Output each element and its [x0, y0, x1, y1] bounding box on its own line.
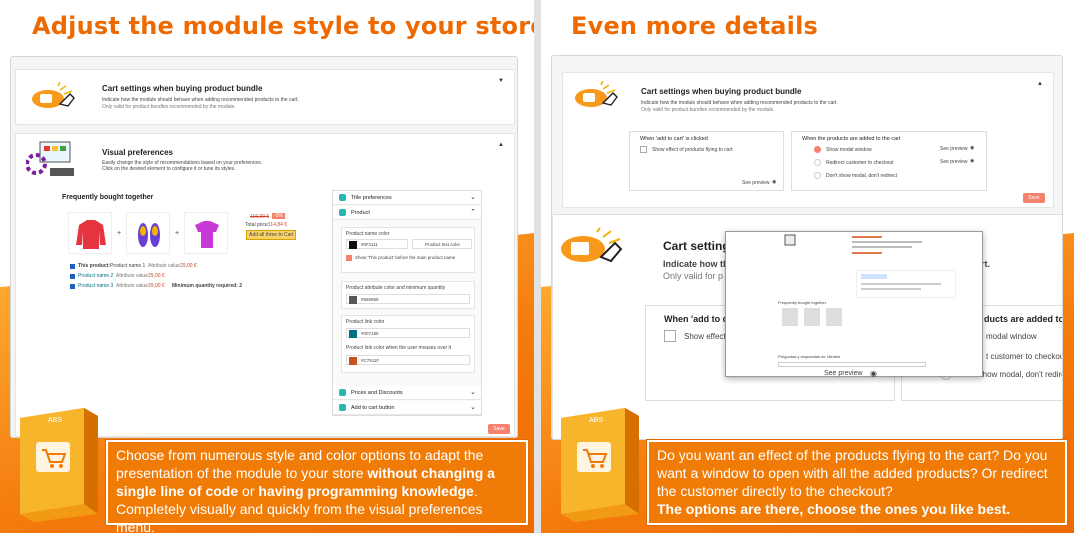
see-preview-link[interactable]: See preview	[742, 180, 770, 186]
checkbox-checked-icon[interactable]	[346, 255, 352, 261]
link-hover-color-field[interactable]: #C7511F	[346, 355, 470, 365]
visual-preferences-title: Visual preferences	[102, 148, 174, 157]
left-promo-box: Choose from numerous style and color opt…	[106, 440, 528, 533]
title-preferences-row[interactable]: Title preferences ⌄	[333, 191, 481, 205]
caret-down-icon[interactable]: ▼	[498, 78, 504, 84]
checkbox-checked-icon[interactable]	[70, 264, 75, 269]
checkbox-icon[interactable]	[640, 146, 647, 153]
product-image-shoes	[126, 212, 170, 254]
add-to-cart-button-row[interactable]: Add to cart button ⌄	[333, 401, 481, 415]
attr-color-field[interactable]: #565959	[346, 294, 470, 304]
prices-discounts-row[interactable]: Prices and Discounts ⌄	[333, 386, 481, 400]
chevron-up-icon: ⌃	[470, 209, 476, 216]
eye-icon[interactable]: ◉	[970, 158, 974, 164]
tag-icon	[339, 209, 346, 216]
discount-badge: -5%	[272, 213, 285, 219]
cart-settings-sub: Only valid for product bundles recommend…	[641, 107, 775, 113]
total-label: Total price:	[245, 222, 270, 228]
palette-monitor-icon	[26, 141, 74, 176]
left-screenshot: Cart settings when buying product bundle…	[10, 56, 518, 438]
cart-settings-desc: Indicate how the module should behave wh…	[641, 100, 838, 106]
fbt-title: Frequently bought together	[62, 194, 154, 201]
panel-divider	[534, 0, 541, 533]
add-all-to-cart-button[interactable]: Add all three to Cart	[246, 230, 297, 240]
box-brand-label: ABS	[48, 417, 62, 424]
eye-icon[interactable]: ◉	[772, 179, 776, 185]
plus-icon: +	[175, 230, 180, 237]
cart-plus-icon	[339, 404, 346, 411]
cart-settings-card[interactable]: Cart settings when buying product bundle…	[562, 72, 1054, 208]
text-lines-decoration	[852, 236, 922, 254]
eye-icon[interactable]: ◉	[970, 145, 974, 151]
preview-product-card	[856, 270, 956, 298]
product-text-color-button[interactable]: Product text color	[412, 239, 472, 249]
left-headline: Adjust the module style to your store	[32, 12, 534, 40]
visual-preferences-card: Visual preferences Easily change the sty…	[15, 133, 515, 437]
fbt-preview[interactable]: Frequently bought together + + 116,00 € …	[60, 192, 300, 306]
product-image-tshirt	[184, 212, 228, 254]
checkbox-checked-icon[interactable]	[70, 274, 75, 279]
title-icon	[339, 194, 346, 201]
visual-preferences-sub: Click on the desired element to configur…	[102, 166, 236, 172]
preview-search-field	[778, 362, 926, 367]
radio-icon[interactable]	[814, 172, 821, 179]
cart-settings-card[interactable]: Cart settings when buying product bundle…	[15, 69, 515, 125]
checkbox-checked-icon[interactable]	[70, 284, 75, 289]
cart-settings-title: Cart settings when buying product bundle	[102, 84, 263, 93]
chevron-down-icon: ⌄	[470, 404, 476, 411]
document-icon	[784, 234, 796, 246]
product-name-color-group: Product name color #0F1111 Product text …	[341, 227, 475, 273]
product-image-sweater	[68, 212, 112, 254]
preview-fbt-label: Frequently bought together	[778, 300, 827, 305]
preview-product-thumbs	[782, 308, 850, 328]
name-color-field[interactable]: #0F1111	[346, 239, 408, 249]
caret-up-icon[interactable]: ▲	[1037, 81, 1043, 87]
preview-qa-label: Preguntas y respuestas de clientes	[778, 354, 841, 359]
left-panel: Adjust the module style to your store Ca…	[0, 0, 534, 533]
link-color-group: Product link color #007185 Product link …	[341, 315, 475, 373]
module-product-box: ABS	[20, 408, 98, 522]
right-screenshot: Cart settings when buying product bundle…	[551, 55, 1063, 440]
cart-settings-sub: Only valid for product bundles recommend…	[102, 104, 236, 110]
right-headline: Even more details	[571, 12, 818, 40]
chevron-down-icon: ⌄	[470, 389, 476, 396]
preview-modal-window[interactable]: Frequently bought together Preguntas y r…	[725, 231, 983, 378]
dollar-icon	[339, 389, 346, 396]
cart-settings-title: Cart settings when buying product bundle	[641, 87, 802, 96]
cart-hand-icon	[575, 81, 618, 107]
plus-icon: +	[117, 230, 122, 237]
old-price: 116,00 €	[250, 214, 270, 220]
cart-hand-icon	[561, 227, 623, 263]
cart-settings-desc: Indicate how the module should behave wh…	[102, 97, 299, 103]
link-color-field[interactable]: #007185	[346, 328, 470, 338]
right-promo-box: Do you want an effect of the products fl…	[647, 440, 1067, 525]
see-preview-link[interactable]: See preview	[940, 146, 968, 152]
right-panel: Even more details Cart settings when buy…	[541, 0, 1074, 533]
when-added-box: When the products are added to the cart …	[791, 131, 987, 191]
eye-icon[interactable]: ◉	[870, 369, 877, 378]
caret-up-icon[interactable]: ▲	[498, 142, 504, 148]
when-clicked-box: When 'add to cart' is clicked Show effec…	[629, 131, 784, 191]
box-brand-label: ABS	[589, 417, 603, 424]
module-product-box: ABS	[561, 408, 639, 522]
see-preview-link[interactable]: See preview	[824, 370, 863, 377]
radio-selected-icon[interactable]	[814, 146, 821, 153]
save-button[interactable]: Save	[488, 424, 510, 434]
chevron-down-icon: ⌄	[470, 194, 476, 201]
style-settings-panel: Title preferences ⌄ Product ⌃ Product name…	[332, 190, 482, 416]
cart-hand-icon	[32, 82, 75, 108]
save-button[interactable]: Save	[1023, 193, 1045, 203]
see-preview-link[interactable]: See preview	[940, 159, 968, 165]
attribute-color-group: Product attribute color and minimum quan…	[341, 281, 475, 309]
radio-icon[interactable]	[814, 159, 821, 166]
total-value: 114,84 €	[268, 222, 288, 228]
checkbox-icon[interactable]	[664, 330, 676, 342]
product-row[interactable]: Product ⌃	[333, 206, 481, 220]
